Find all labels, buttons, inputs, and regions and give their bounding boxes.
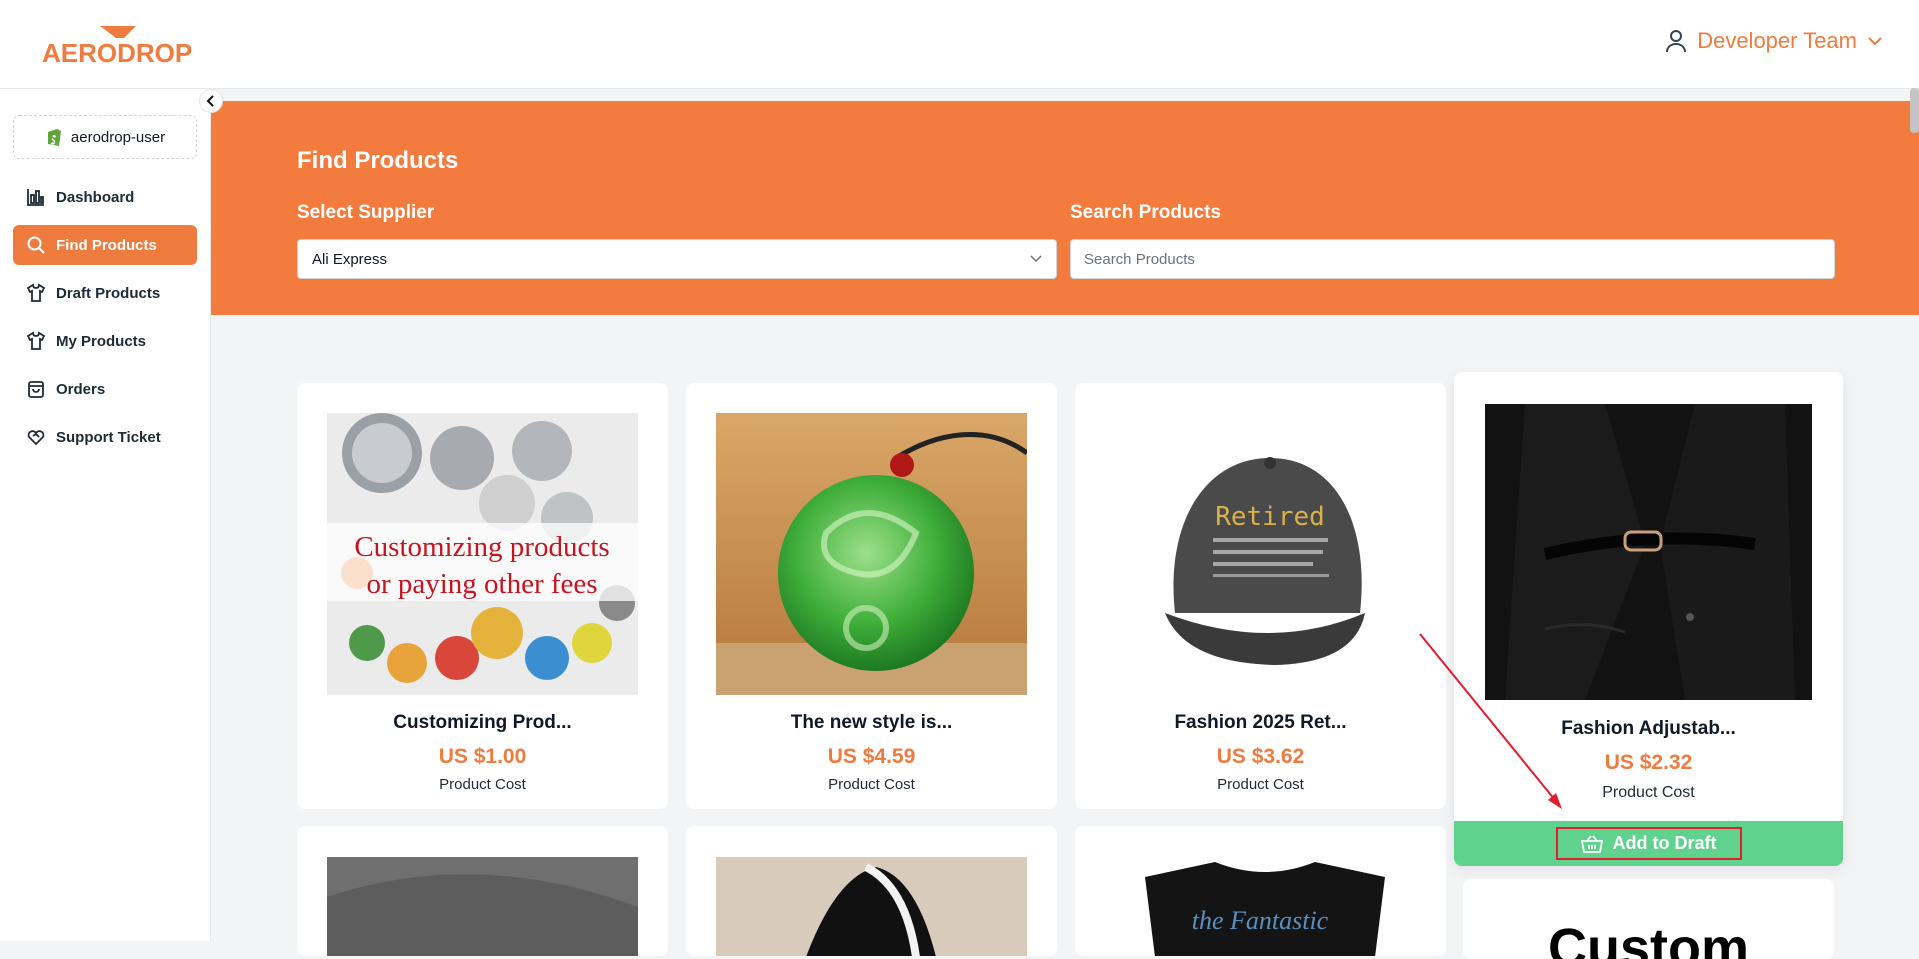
aerodrop-logo[interactable]: AERODROP bbox=[42, 24, 202, 68]
sidebar-item-find-products[interactable]: Find Products bbox=[13, 225, 197, 265]
product-title: Customizing Prod... bbox=[393, 712, 572, 733]
product-price: US $1.00 bbox=[438, 745, 527, 768]
product-cost-label: Product Cost bbox=[828, 776, 915, 793]
svg-text:Retired: Retired bbox=[1215, 502, 1325, 532]
sidebar-nav: Dashboard Find Products Draft Products M… bbox=[13, 177, 197, 465]
bag-icon bbox=[28, 381, 44, 398]
product-title: Fashion Adjustab... bbox=[1561, 718, 1736, 739]
product-card[interactable]: The new style is... US $4.59 Product Cos… bbox=[686, 383, 1057, 809]
product-price: US $4.59 bbox=[827, 745, 916, 768]
product-card[interactable]: Retired Fashion 2025 Ret... US $3.62 Pro… bbox=[1075, 383, 1446, 809]
product-price: US $2.32 bbox=[1604, 751, 1693, 774]
store-selector[interactable]: aerodrop-user bbox=[13, 115, 197, 159]
chevron-left-icon bbox=[206, 95, 214, 107]
svg-text:or paying other fees: or paying other fees bbox=[366, 568, 597, 600]
add-to-draft-button[interactable]: Add to Draft bbox=[1555, 827, 1742, 860]
user-menu[interactable]: Developer Team bbox=[1665, 28, 1883, 54]
search-icon bbox=[27, 236, 45, 254]
page-title: Find Products bbox=[297, 147, 459, 174]
scrollbar-thumb[interactable] bbox=[1910, 88, 1919, 133]
basket-icon bbox=[1580, 834, 1603, 853]
supplier-value: Ali Express bbox=[312, 250, 388, 268]
supplier-select[interactable]: Ali Express bbox=[297, 239, 1057, 279]
add-to-draft-bar: Add to Draft bbox=[1454, 821, 1843, 866]
search-banner: Find Products Select Supplier Search Pro… bbox=[211, 101, 1919, 315]
product-image-text: Custom bbox=[1548, 918, 1749, 959]
chevron-down-icon bbox=[1030, 255, 1042, 263]
product-image bbox=[327, 857, 638, 956]
product-title: Fashion 2025 Ret... bbox=[1174, 712, 1347, 733]
shopify-icon bbox=[47, 129, 61, 146]
sidebar-item-label: Support Ticket bbox=[56, 428, 161, 446]
store-name: aerodrop-user bbox=[70, 128, 166, 146]
product-cost-label: Product Cost bbox=[1602, 784, 1695, 801]
product-image: Customizing products or paying other fee… bbox=[327, 413, 638, 695]
sidebar-item-draft-products[interactable]: Draft Products bbox=[13, 273, 197, 313]
supplier-label: Select Supplier bbox=[297, 202, 435, 223]
product-card-hovered[interactable]: Fashion Adjustab... US $2.32 Product Cos… bbox=[1454, 372, 1843, 866]
user-icon bbox=[1666, 30, 1687, 53]
shirt-icon bbox=[26, 283, 46, 302]
product-cost-label: Product Cost bbox=[1217, 776, 1304, 793]
sidebar-item-label: Orders bbox=[56, 380, 106, 398]
product-image bbox=[716, 413, 1027, 695]
search-label: Search Products bbox=[1070, 202, 1221, 223]
svg-text:AERODROP: AERODROP bbox=[42, 38, 192, 68]
product-image: the Fantastic bbox=[1105, 857, 1416, 956]
chevron-down-icon bbox=[1868, 37, 1882, 46]
sidebar-item-my-products[interactable]: My Products bbox=[13, 321, 197, 361]
sidebar-item-label: My Products bbox=[56, 332, 147, 350]
collapse-sidebar-button[interactable] bbox=[199, 89, 223, 113]
product-image bbox=[716, 857, 1027, 956]
product-card[interactable] bbox=[297, 826, 668, 956]
product-card[interactable]: Custom bbox=[1463, 879, 1834, 959]
sidebar: aerodrop-user Dashboard Find Products Dr… bbox=[0, 89, 211, 941]
product-card[interactable]: the Fantastic bbox=[1075, 826, 1446, 956]
search-input[interactable] bbox=[1070, 239, 1835, 279]
heart-handshake-icon bbox=[27, 430, 45, 446]
product-image bbox=[1485, 404, 1812, 700]
product-card[interactable]: Customizing products or paying other fee… bbox=[297, 383, 668, 809]
shirt-icon bbox=[26, 331, 46, 350]
sidebar-item-dashboard[interactable]: Dashboard bbox=[13, 177, 197, 217]
product-card[interactable] bbox=[686, 826, 1057, 956]
sidebar-item-label: Draft Products bbox=[56, 284, 161, 302]
sidebar-item-label: Find Products bbox=[56, 236, 157, 254]
sidebar-item-support-ticket[interactable]: Support Ticket bbox=[13, 417, 197, 457]
sidebar-item-label: Dashboard bbox=[56, 188, 135, 206]
bar-chart-icon bbox=[27, 189, 44, 206]
user-name: Developer Team bbox=[1697, 28, 1857, 53]
product-cost-label: Product Cost bbox=[439, 776, 526, 793]
product-image: Retired bbox=[1105, 413, 1416, 695]
product-title: The new style is... bbox=[790, 712, 953, 733]
svg-text:Customizing products: Customizing products bbox=[354, 531, 609, 563]
top-header: AERODROP Developer Team bbox=[0, 0, 1919, 89]
svg-text:the Fantastic: the Fantastic bbox=[1192, 906, 1329, 935]
sidebar-item-orders[interactable]: Orders bbox=[13, 369, 197, 409]
product-price: US $3.62 bbox=[1216, 745, 1305, 768]
